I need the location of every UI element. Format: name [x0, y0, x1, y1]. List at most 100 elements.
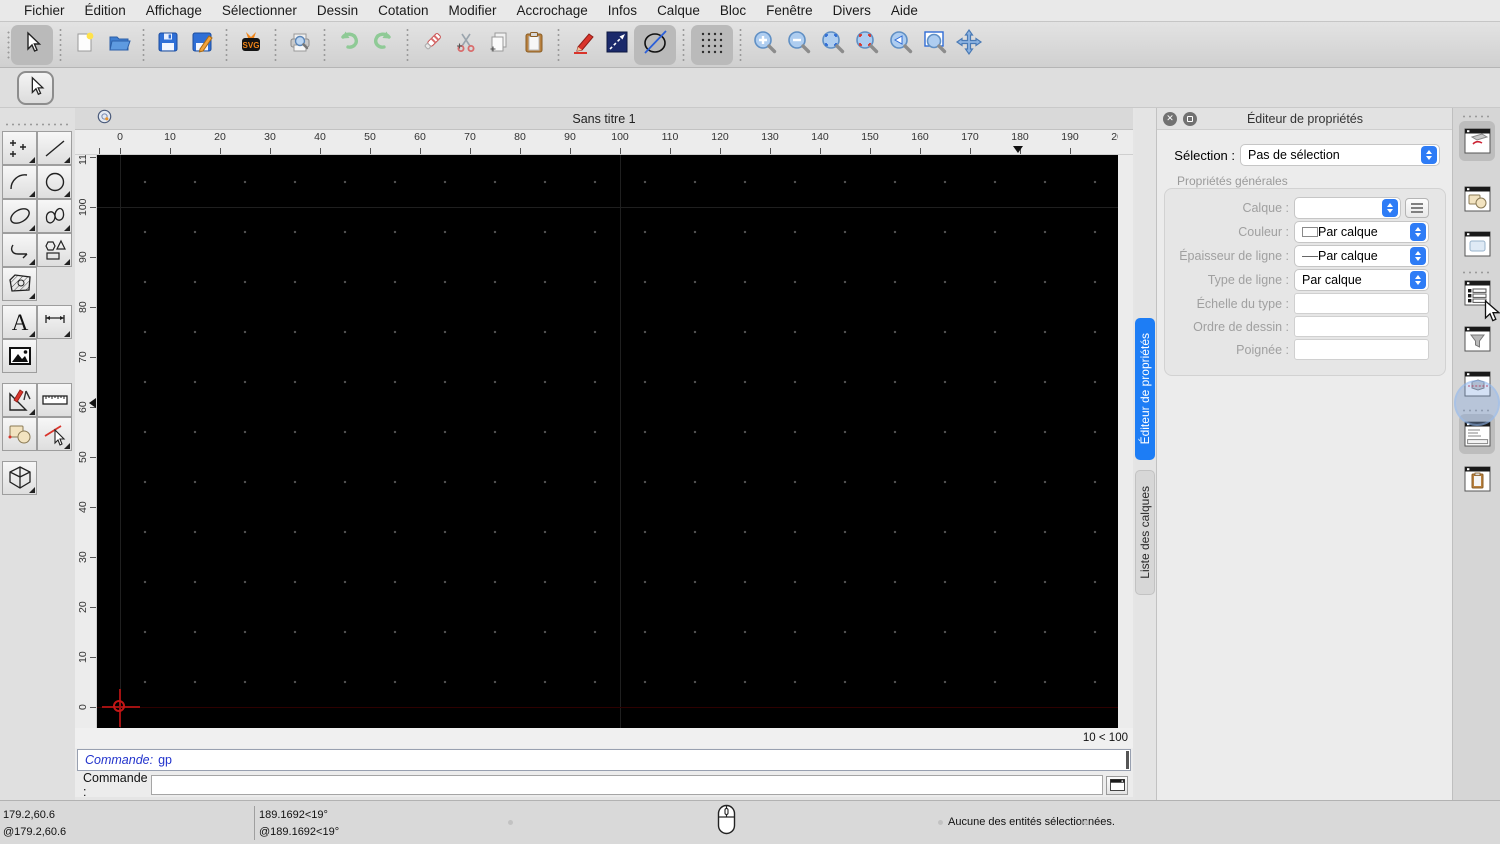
save-button[interactable] [151, 28, 185, 62]
menu-item[interactable]: Accrochage [506, 0, 597, 22]
pan-button[interactable] [952, 28, 986, 62]
command-history[interactable]: Commande: gp [77, 749, 1131, 771]
strip-handle [1461, 114, 1493, 119]
menu-item[interactable]: Divers [823, 0, 881, 22]
zoom-window-button[interactable] [918, 28, 952, 62]
tab-property-editor[interactable]: Éditeur de propriétés [1135, 318, 1155, 460]
selection-filter-panel-button[interactable] [1464, 326, 1491, 352]
draw-panel-button[interactable] [1464, 128, 1491, 154]
menu-item[interactable]: Aide [881, 0, 928, 22]
ruler-label: 40 [77, 501, 89, 513]
linetype-scale-input[interactable] [1294, 293, 1429, 314]
solid-3d-tool-button[interactable] [2, 461, 37, 495]
menu-item[interactable]: Fichier [14, 0, 75, 22]
stepper-icon [1410, 223, 1426, 241]
history-scrollbar[interactable] [1126, 751, 1129, 769]
menu-item[interactable]: Fenêtre [756, 0, 823, 22]
zoom-previous-button[interactable] [884, 28, 918, 62]
flyout-indicator [29, 487, 35, 493]
line-tool-button[interactable] [37, 131, 72, 165]
lineweight-dropdown[interactable]: Par calque [1294, 245, 1429, 267]
modify-tool-button[interactable] [2, 417, 37, 451]
paste-button[interactable] [517, 28, 551, 62]
cut-button[interactable] [449, 28, 483, 62]
distance-measure-button[interactable] [600, 28, 634, 62]
menu-item[interactable]: Calque [647, 0, 710, 22]
linetype-dropdown[interactable]: Par calque [1294, 269, 1429, 291]
toolbar-separator [139, 27, 148, 62]
view-panel-button[interactable] [1464, 231, 1491, 257]
menu-item[interactable]: Infos [598, 0, 647, 22]
color-dropdown[interactable]: Par calque [1294, 221, 1429, 243]
draw-tools-button[interactable] [2, 383, 37, 417]
ellipse-tool-button[interactable] [2, 199, 37, 233]
text-tool-button[interactable]: A [2, 305, 37, 339]
trim-tool-button[interactable] [37, 417, 72, 451]
ruler-tool-button[interactable] [37, 383, 72, 417]
flyout-indicator [29, 225, 35, 231]
menu-item[interactable]: Édition [75, 0, 136, 22]
close-panel-button[interactable]: ✕ [1163, 111, 1177, 126]
command-input[interactable] [151, 775, 1103, 795]
grid-toggle-button[interactable] [691, 24, 733, 65]
shape-tool-button[interactable] [37, 233, 72, 267]
secondary-toolbar [0, 68, 1500, 108]
modify-panel-button[interactable] [1464, 186, 1491, 212]
polyline-tool-button[interactable] [2, 233, 37, 267]
status-divider [254, 806, 255, 840]
float-panel-button[interactable] [1183, 111, 1197, 126]
draw-order-input[interactable] [1294, 316, 1429, 337]
image-tool-button[interactable] [2, 339, 37, 373]
handle-input[interactable] [1294, 339, 1429, 360]
print-preview-button[interactable] [283, 28, 317, 62]
general-properties-title: Propriétés générales [1177, 174, 1288, 188]
undo-button[interactable] [332, 28, 366, 62]
zoom-out-button[interactable] [782, 28, 816, 62]
menu-item[interactable]: Affichage [136, 0, 212, 22]
layer-dropdown[interactable] [1294, 197, 1401, 219]
hatch-tool-button[interactable] [2, 267, 37, 301]
mouse-buttons-icon [717, 804, 736, 838]
point-tool-button[interactable] [2, 131, 37, 165]
freehand-pencil-button[interactable] [566, 28, 600, 62]
menu-item[interactable]: Cotation [368, 0, 438, 22]
menu-item[interactable]: Bloc [710, 0, 756, 22]
zoom-auto-button[interactable] [816, 28, 850, 62]
draft-mode-button[interactable] [634, 24, 676, 65]
flyout-indicator [64, 157, 70, 163]
pointer-tool-button[interactable] [17, 71, 54, 105]
horizontal-ruler-ticks [97, 148, 1118, 154]
eraser-button[interactable] [415, 28, 449, 62]
ruler-label: 200 [1111, 131, 1118, 143]
menu-item[interactable]: Dessin [307, 0, 368, 22]
open-file-icon [107, 30, 131, 59]
lineweight-value: Par calque [1318, 249, 1378, 263]
drawing-canvas[interactable] [97, 155, 1118, 728]
cursor-x-marker [1013, 146, 1023, 153]
arc-tool-button[interactable] [2, 165, 37, 199]
selection-label: Sélection : [1174, 147, 1235, 163]
spline-tool-button[interactable] [37, 199, 72, 233]
save-as-button[interactable] [185, 28, 219, 62]
menu-item[interactable]: Sélectionner [212, 0, 307, 22]
dimension-tool-button[interactable] [37, 305, 72, 339]
open-file-button[interactable] [102, 28, 136, 62]
toolbar-separator [403, 27, 412, 62]
layer-menu-button[interactable] [1405, 198, 1429, 218]
zoom-in-button[interactable] [748, 28, 782, 62]
new-document-button[interactable] [68, 28, 102, 62]
tab-layer-list[interactable]: Liste des calques [1135, 470, 1155, 595]
application-window: Fichier Édition Affichage Sélectionner Dessi… [0, 0, 1500, 844]
zoom-selection-button[interactable] [850, 28, 884, 62]
redo-button[interactable] [366, 28, 400, 62]
copy-button[interactable] [483, 28, 517, 62]
circle-tool-button[interactable] [37, 165, 72, 199]
selection-arrow-button[interactable] [11, 24, 53, 65]
svg-export-button[interactable]: SVG [234, 28, 268, 62]
clipboard-panel-button[interactable] [1464, 466, 1491, 492]
selection-dropdown[interactable]: Pas de sélection [1240, 144, 1440, 166]
menu-item[interactable]: Modifier [438, 0, 506, 22]
ruler-label: 80 [514, 131, 526, 143]
command-window-toggle-button[interactable] [1106, 775, 1128, 795]
document-titlebar[interactable]: Sans titre 1 [75, 108, 1133, 130]
